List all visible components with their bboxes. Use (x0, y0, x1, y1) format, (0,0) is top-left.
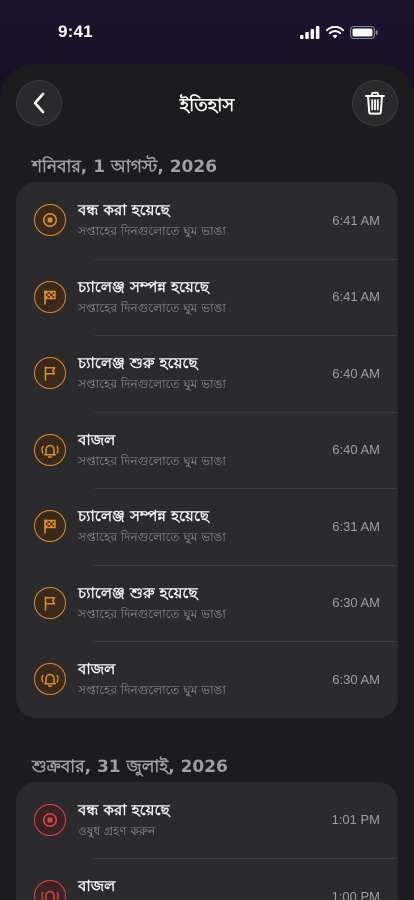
row-text: চ্যালেঞ্জ শুরু হয়েছে সপ্তাহের দিনগুলোতে … (78, 583, 332, 623)
history-card: বন্ধ করা হয়েছে সপ্তাহের দিনগুলোতে ঘুম ভা… (16, 182, 398, 718)
row-text: বন্ধ করা হয়েছে ওষুধ গ্রহণ করুন (78, 800, 332, 840)
battery-icon (350, 25, 378, 39)
history-row[interactable]: বাজলওষুধ গ্রহণ করুন1:00 PM (34, 858, 398, 900)
history-card: বন্ধ করা হয়েছে ওষুধ গ্রহণ করুন 1:01 PM বাজ… (16, 781, 398, 900)
row-subtitle: সপ্তাহের দিনগুলোতে ঘুম ভাঙা (78, 453, 226, 468)
row-title: বাজল (78, 877, 116, 896)
history-row[interactable]: বাজল সপ্তাহের দিনগুলোতে ঘুম ভাঙা 6:30 AM (34, 641, 398, 718)
row-time: 6:41 AM (332, 289, 380, 305)
checkered-flag-icon (34, 280, 66, 313)
delete-history-button[interactable] (352, 80, 398, 126)
header: ইতিহাস (0, 64, 414, 142)
ringing-bell-icon (34, 663, 66, 696)
row-subtitle: ওষুধ গ্রহণ করুন (78, 823, 156, 838)
row-title: চ্যালেঞ্জ শুরু হয়েছে (78, 583, 198, 602)
history-row[interactable]: বন্ধ করা হয়েছে ওষুধ গ্রহণ করুন 1:01 PM (34, 782, 398, 859)
row-subtitle: সপ্তাহের দিনগুলোতে ঘুম ভাঙা (78, 683, 226, 698)
row-title: চ্যালেঞ্জ সম্পন্ন হয়েছে (78, 507, 209, 526)
history-section: শনিবার, 1 আগস্ট, 2026 বন্ধ করা হয়েছে সপ্ত… (0, 142, 414, 718)
row-time: 1:01 PM (331, 812, 380, 828)
ringing-bell-icon (34, 433, 66, 466)
flag-icon (34, 586, 66, 619)
row-text: বাজল সপ্তাহের দিনগুলোতে ঘুম ভাঙা (78, 430, 332, 470)
row-time: 6:30 AM (332, 671, 380, 687)
history-row[interactable]: বাজল সপ্তাহের দিনগুলোতে ঘুম ভাঙা 6:40 AM (34, 411, 398, 489)
history-row[interactable]: চ্যালেঞ্জ সম্পন্ন হয়েছে সপ্তাহের দিনগুলো… (34, 488, 398, 565)
stop-icon (34, 204, 66, 237)
section-date: শুক্রবার, 31 জুলাই, 2026 (32, 756, 228, 777)
section-date: শনিবার, 1 আগস্ট, 2026 (32, 157, 218, 177)
row-text: চ্যালেঞ্জ সম্পন্ন হয়েছে সপ্তাহের দিনগুলো… (78, 506, 332, 546)
row-text: বন্ধ করা হয়েছে সপ্তাহের দিনগুলোতে ঘুম ভা… (78, 200, 332, 240)
history-section: শুক্রবার, 31 জুলাই, 2026 বন্ধ করা হয়েছে ও… (0, 742, 414, 900)
row-text: বাজল সপ্তাহের দিনগুলোতে ঘুম ভাঙা (78, 659, 332, 699)
row-time: 6:30 AM (332, 595, 380, 611)
history-sheet: ইতিহাস শনিবার, 1 আগস্ট, 2026 বন্ধ করা হয়… (0, 64, 414, 900)
checkered-flag-icon (34, 510, 66, 543)
row-time: 6:40 AM (332, 365, 380, 381)
row-time: 1:00 PM (331, 888, 380, 900)
trash-icon (365, 91, 385, 115)
row-subtitle: সপ্তাহের দিনগুলোতে ঘুম ভাঙা (78, 300, 226, 315)
history-row[interactable]: বন্ধ করা হয়েছে সপ্তাহের দিনগুলোতে ঘুম ভা… (34, 182, 398, 259)
status-time: 9:41 (58, 22, 93, 41)
status-icons (300, 25, 378, 39)
status-bar: 9:41 (0, 0, 414, 64)
history-row[interactable]: চ্যালেঞ্জ শুরু হয়েছে সপ্তাহের দিনগুলোতে … (34, 335, 398, 412)
cellular-signal-icon (300, 25, 320, 39)
history-row[interactable]: চ্যালেঞ্জ সম্পন্ন হয়েছে সপ্তাহের দিনগুলো… (34, 258, 398, 336)
row-title: চ্যালেঞ্জ সম্পন্ন হয়েছে (78, 277, 209, 296)
row-time: 6:41 AM (332, 212, 380, 228)
row-text: বাজলওষুধ গ্রহণ করুন (78, 876, 332, 900)
ringing-bell-icon (34, 880, 66, 900)
row-title: বন্ধ করা হয়েছে (78, 800, 170, 819)
row-time: 6:40 AM (332, 442, 380, 458)
history-list: শনিবার, 1 আগস্ট, 2026 বন্ধ করা হয়েছে সপ্ত… (0, 142, 414, 900)
row-text: চ্যালেঞ্জ সম্পন্ন হয়েছে সপ্তাহের দিনগুলো… (78, 277, 332, 317)
row-subtitle: সপ্তাহের দিনগুলোতে ঘুম ভাঙা (78, 530, 226, 545)
row-subtitle: সপ্তাহের দিনগুলোতে ঘুম ভাঙা (78, 224, 226, 239)
wifi-icon (326, 25, 344, 38)
row-subtitle: সপ্তাহের দিনগুলোতে ঘুম ভাঙা (78, 606, 226, 621)
row-title: বাজল (78, 430, 116, 449)
row-text: চ্যালেঞ্জ শুরু হয়েছে সপ্তাহের দিনগুলোতে … (78, 353, 332, 393)
row-title: চ্যালেঞ্জ শুরু হয়েছে (78, 354, 198, 373)
row-title: বন্ধ করা হয়েছে (78, 201, 170, 220)
stop-icon (34, 803, 66, 836)
row-subtitle: সপ্তাহের দিনগুলোতে ঘুম ভাঙা (78, 377, 226, 392)
history-row[interactable]: চ্যালেঞ্জ শুরু হয়েছে সপ্তাহের দিনগুলোতে … (34, 564, 398, 642)
row-title: বাজল (78, 660, 116, 679)
row-time: 6:31 AM (332, 518, 380, 534)
flag-icon (34, 357, 66, 390)
